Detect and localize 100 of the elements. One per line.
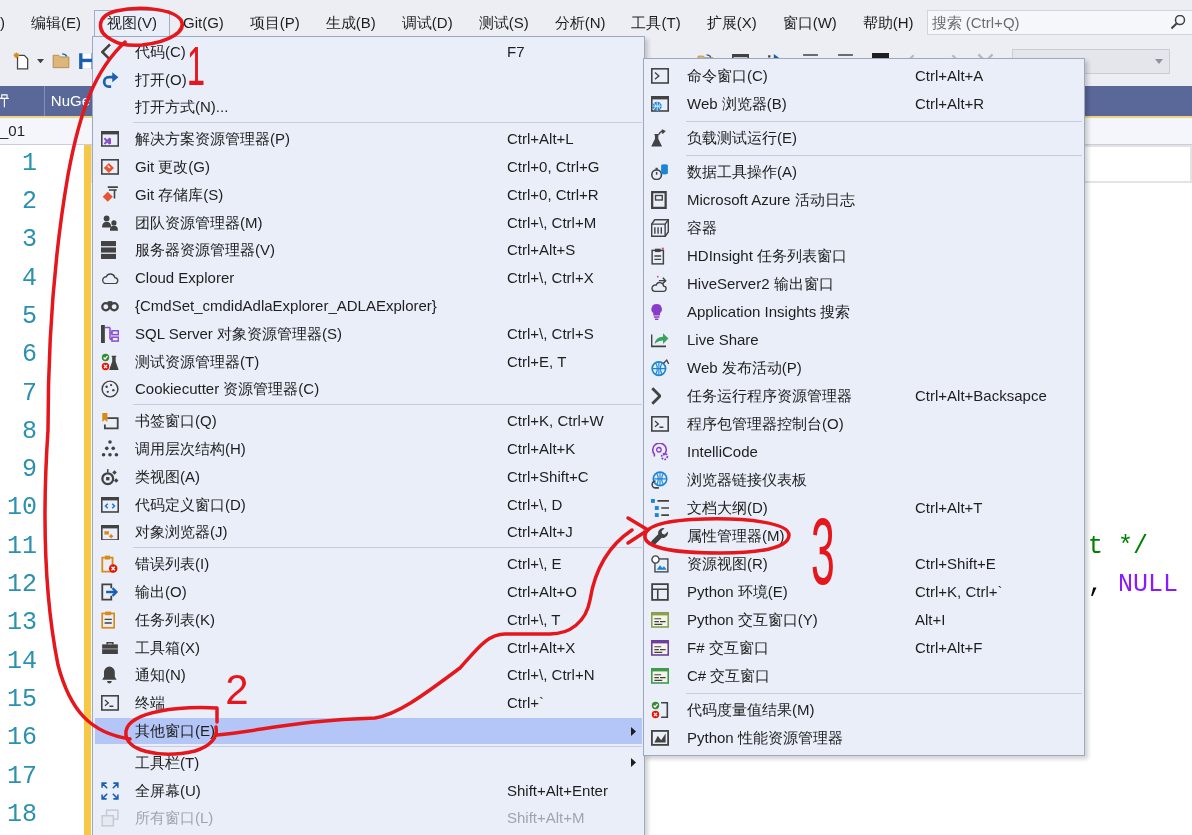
menu-bar-item[interactable]: 工具(T): [618, 10, 694, 36]
menu-bar-item[interactable]: 项目(P): [236, 10, 313, 36]
globe-window-icon: [651, 96, 669, 112]
menu-item[interactable]: Cookiecutter 资源管理器(C): [95, 376, 642, 403]
menu-item[interactable]: Git 更改(G) Ctrl+0, Ctrl+G: [95, 154, 642, 180]
menu-bar-item[interactable]: 调试(D): [388, 10, 466, 36]
menu-item[interactable]: Python 性能资源管理器: [646, 724, 1082, 752]
right-chevron-icon: [651, 387, 662, 405]
folder-icon[interactable]: [51, 53, 70, 69]
shortcut-label: Ctrl+\, Ctrl+S: [507, 324, 594, 343]
menu-bar-item[interactable]: 窗口(W): [769, 10, 850, 36]
menu-item[interactable]: 全屏幕(U) Shift+Alt+Enter: [95, 777, 642, 804]
notebook-icon: [651, 191, 667, 209]
menu-bar-item[interactable]: ): [0, 10, 18, 36]
line-number: 11: [7, 532, 37, 562]
outline-list-icon: [651, 499, 669, 517]
menu-item[interactable]: 对象浏览器(J) Ctrl+Alt+J: [95, 519, 642, 546]
menu-item[interactable]: 代码定义窗口(D) Ctrl+\, D: [95, 491, 642, 518]
menu-bar-item[interactable]: 编辑(E): [18, 10, 94, 36]
shortcut-label: Ctrl+\, Ctrl+X: [507, 269, 594, 288]
menu-item[interactable]: 命令窗口(C) Ctrl+Alt+A: [646, 62, 1082, 90]
shortcut-label: Ctrl+Alt+O: [507, 583, 578, 602]
menu-bar-item[interactable]: 分析(N): [541, 10, 619, 36]
menu-bar-item[interactable]: 帮助(H): [849, 10, 927, 36]
menu-item[interactable]: 调用层次结构(H) Ctrl+Alt+K: [95, 436, 642, 462]
menu-item[interactable]: Web 浏览器(B) Ctrl+Alt+R: [646, 90, 1082, 118]
flask-arrow-icon: [651, 129, 667, 147]
menu-item[interactable]: 任务列表(K) Ctrl+\, T: [95, 606, 642, 633]
project-selector[interactable]: _01: [0, 119, 26, 143]
menu-item[interactable]: 负载测试运行(E): [646, 124, 1082, 152]
menu-item[interactable]: 其他窗口(E): [95, 718, 642, 744]
menu-item[interactable]: 错误列表(I) Ctrl+\, E: [95, 551, 642, 578]
left-chevron-icon: [101, 42, 112, 61]
shortcut-label: Ctrl+Alt+A: [915, 67, 984, 85]
menu-item[interactable]: 解决方案资源管理器(P) Ctrl+Alt+L: [95, 126, 642, 153]
menu-item[interactable]: 数据工具操作(A): [646, 158, 1082, 186]
menu-item[interactable]: Web 发布活动(P): [646, 354, 1082, 382]
clipboard-icon: [101, 610, 116, 629]
menu-item[interactable]: Cloud Explorer Ctrl+\, Ctrl+X: [95, 265, 642, 292]
menu-item[interactable]: Python 交互窗口(Y) Alt+I: [646, 606, 1082, 634]
line-number: 2: [22, 188, 37, 217]
pin-icon[interactable]: [0, 94, 9, 108]
line-number: 9: [22, 456, 37, 485]
submenu-arrow-icon: [630, 726, 636, 736]
shortcut-label: Ctrl+K, Ctrl+W: [507, 412, 604, 431]
shortcut-label: Ctrl+Shift+C: [507, 467, 589, 486]
menu-item[interactable]: F# 交互窗口 Ctrl+Alt+F: [646, 634, 1082, 662]
menu-item[interactable]: 代码度量值结果(M): [646, 696, 1082, 724]
terminal-icon: [651, 68, 669, 84]
menu-item[interactable]: 工具栏(T): [95, 749, 642, 776]
caret-icon[interactable]: [36, 58, 44, 64]
search-field[interactable]: 搜索 (Ctrl+Q): [926, 10, 1192, 35]
diamond-stand-icon: [101, 186, 119, 204]
windows-icon: [101, 809, 119, 828]
menu-item[interactable]: 输出(O) Ctrl+Alt+O: [95, 579, 642, 605]
line-number: 18: [7, 800, 37, 830]
shortcut-label: Ctrl+K, Ctrl+`: [915, 583, 1003, 601]
hierarchy-icon: [101, 324, 119, 343]
menu-bar-item[interactable]: Git(G): [170, 10, 237, 36]
console-window-icon: [651, 668, 669, 684]
new-item-icon[interactable]: [13, 52, 29, 70]
menu-item[interactable]: Git 存储库(S) Ctrl+0, Ctrl+R: [95, 182, 642, 208]
stopwatch-database-icon: [651, 163, 669, 181]
menu-item[interactable]: 任务运行程序资源管理器 Ctrl+Alt+Backsapce: [646, 382, 1082, 410]
console-window-icon: [651, 640, 669, 656]
shortcut-label: Ctrl+Alt+T: [915, 499, 983, 517]
menu-bar-item[interactable]: 测试(S): [465, 10, 542, 36]
image-icon: [651, 555, 669, 573]
line-number: 15: [7, 685, 37, 715]
line-number: 17: [7, 762, 37, 792]
console-window-icon: [651, 612, 669, 628]
menu-item[interactable]: 类视图(A) Ctrl+Shift+C: [95, 463, 642, 490]
menu-item[interactable]: Live Share: [646, 326, 1082, 354]
menu-bar-item[interactable]: 扩展(X): [693, 10, 770, 36]
menu-item[interactable]: HDInsight 任务列表窗口: [646, 242, 1082, 270]
menu-item[interactable]: 团队资源管理器(M) Ctrl+\, Ctrl+M: [95, 209, 642, 236]
menu-item[interactable]: 书签窗口(Q) Ctrl+K, Ctrl+W: [95, 408, 642, 435]
menu-item[interactable]: 服务器资源管理器(V) Ctrl+Alt+S: [95, 237, 642, 264]
expand-icon: [101, 781, 119, 800]
menu-item[interactable]: 测试资源管理器(T) Ctrl+E, T: [95, 348, 642, 375]
menu-item[interactable]: Application Insights 搜索: [646, 298, 1082, 326]
line-number: 16: [7, 724, 37, 753]
menu-item[interactable]: 工具箱(X) Ctrl+Alt+X: [95, 634, 642, 661]
clipboard-error-icon: [101, 555, 118, 574]
menu-item[interactable]: HiveServer2 输出窗口: [646, 270, 1082, 298]
menu-bar-item[interactable]: 生成(B): [312, 10, 389, 36]
menu-item[interactable]: C# 交互窗口: [646, 662, 1082, 690]
dot-tree-icon: [101, 440, 119, 459]
lightbulb-icon: [651, 303, 663, 321]
menu-item[interactable]: SQL Server 对象资源管理器(S) Ctrl+\, Ctrl+S: [95, 320, 642, 347]
menu-item[interactable]: 容器: [646, 214, 1082, 242]
menu-item[interactable]: Microsoft Azure 活动日志: [646, 186, 1082, 214]
menu-item[interactable]: 程序包管理器控制台(O): [646, 410, 1082, 438]
shortcut-label: Ctrl+\, Ctrl+N: [507, 666, 595, 685]
menu-item[interactable]: IntelliCode: [646, 438, 1082, 466]
menu-item[interactable]: 浏览器链接仪表板: [646, 466, 1082, 494]
shortcut-label: Ctrl+Alt+L: [507, 130, 574, 149]
menu-item[interactable]: {CmdSet_cmdidAdlaExplorer_ADLAExplorer}: [95, 293, 642, 319]
gear-dots-icon: [101, 467, 119, 486]
curved-arrow-icon: [101, 70, 119, 89]
